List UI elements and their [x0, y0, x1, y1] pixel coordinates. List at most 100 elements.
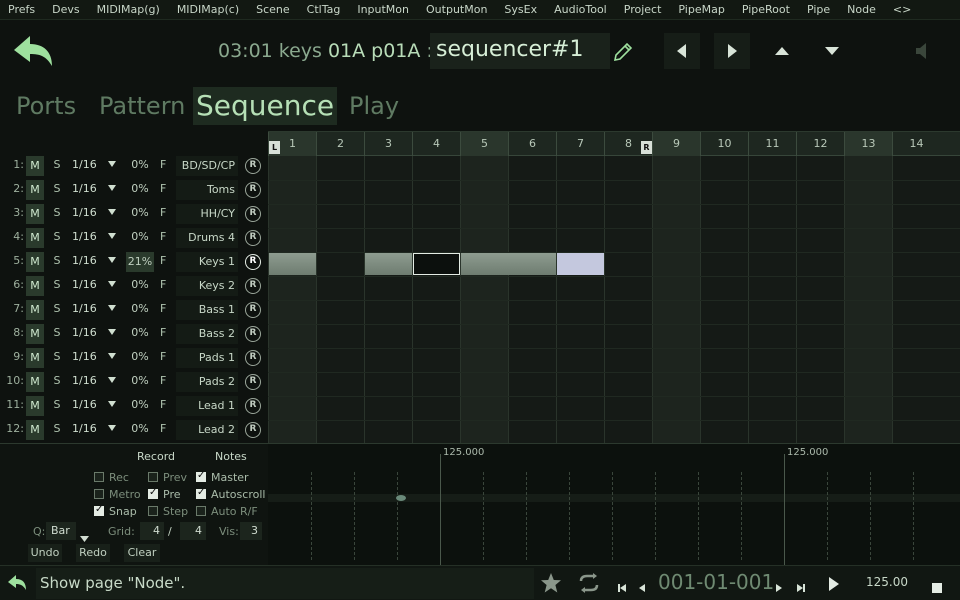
track-row[interactable]: 12: M S 1/16 0% F Lead 2 R	[0, 418, 268, 442]
follow-button[interactable]: F	[160, 158, 170, 171]
resolution-dropdown-arrow[interactable]	[108, 304, 116, 314]
resolution-select[interactable]: 1/16	[72, 422, 102, 435]
resolution-select[interactable]: 1/16	[72, 302, 102, 315]
track-row[interactable]: 11: M S 1/16 0% F Lead 1 R	[0, 394, 268, 418]
track-name[interactable]: Keys 1	[176, 252, 238, 272]
track-name[interactable]: HH/CY	[176, 204, 238, 224]
track-row[interactable]: 10: M S 1/16 0% F Pads 2 R	[0, 370, 268, 394]
ruler-bar-label[interactable]: 2	[316, 132, 364, 156]
record-arm-button[interactable]: R	[245, 302, 261, 318]
autorf-checkbox[interactable]: Auto R/F	[196, 505, 258, 518]
step-forward-button[interactable]	[775, 578, 783, 596]
clear-button[interactable]: Clear	[124, 544, 160, 562]
automation-lane[interactable]: 125.000 125.000	[268, 443, 960, 566]
track-name[interactable]: Pads 2	[176, 372, 238, 392]
pattern-clip[interactable]	[269, 253, 316, 275]
resolution-dropdown-arrow[interactable]	[108, 232, 116, 242]
follow-button[interactable]: F	[160, 422, 170, 435]
track-row[interactable]: 9: M S 1/16 0% F Pads 1 R	[0, 346, 268, 370]
quantize-select[interactable]: Bar	[46, 522, 76, 540]
solo-button[interactable]: S	[50, 230, 64, 243]
sequencer-name-field[interactable]: sequencer#1	[430, 33, 610, 69]
follow-button[interactable]: F	[160, 254, 170, 267]
solo-button[interactable]: S	[50, 398, 64, 411]
grid-denominator[interactable]: 4	[180, 522, 206, 540]
metro-checkbox[interactable]: Metro	[94, 488, 141, 501]
pattern-clip[interactable]	[365, 253, 412, 275]
solo-button[interactable]: S	[50, 422, 64, 435]
tab-play[interactable]: Play	[346, 87, 402, 125]
record-arm-button[interactable]: R	[245, 158, 261, 174]
solo-button[interactable]: S	[50, 278, 64, 291]
menu-item-inputmon[interactable]: InputMon	[357, 3, 409, 16]
rec-checkbox[interactable]: Rec	[94, 471, 129, 484]
speaker-button[interactable]	[912, 40, 934, 62]
record-arm-button[interactable]: R	[245, 182, 261, 198]
resolution-select[interactable]: 1/16	[72, 398, 102, 411]
pattern-clip[interactable]	[557, 253, 604, 275]
resolution-select[interactable]: 1/16	[72, 350, 102, 363]
resolution-dropdown-arrow[interactable]	[108, 424, 116, 434]
solo-button[interactable]: S	[50, 350, 64, 363]
grid-body[interactable]	[268, 156, 960, 444]
follow-button[interactable]: F	[160, 278, 170, 291]
back-button[interactable]	[10, 32, 56, 72]
autoscroll-checkbox[interactable]: Autoscroll	[196, 487, 265, 501]
solo-button[interactable]: S	[50, 374, 64, 387]
resolution-select[interactable]: 1/16	[72, 326, 102, 339]
menu-item-devs[interactable]: Devs	[52, 3, 79, 16]
play-button[interactable]	[828, 576, 840, 594]
pattern-clip[interactable]	[413, 253, 460, 275]
loop-start-marker[interactable]: L	[269, 141, 280, 154]
nav-up-button[interactable]	[764, 33, 800, 69]
ruler-bar-label[interactable]: 12	[796, 132, 844, 156]
resolution-dropdown-arrow[interactable]	[108, 280, 116, 290]
ruler-bar-label[interactable]: 5	[460, 132, 508, 156]
mute-button[interactable]: M	[26, 204, 44, 224]
menu-item-pipe[interactable]: Pipe	[807, 3, 830, 16]
ruler-bar-label[interactable]: 14	[892, 132, 940, 156]
track-name[interactable]: Keys 2	[176, 276, 238, 296]
nav-left-button[interactable]	[664, 33, 700, 69]
menu-item-[interactable]: <>	[893, 3, 911, 16]
mute-button[interactable]: M	[26, 324, 44, 344]
prev-checkbox[interactable]: Prev	[148, 471, 187, 484]
track-name[interactable]: BD/SD/CP	[176, 156, 238, 176]
track-row[interactable]: 7: M S 1/16 0% F Bass 1 R	[0, 298, 268, 322]
resolution-dropdown-arrow[interactable]	[108, 256, 116, 266]
vis-value[interactable]: 3	[240, 522, 262, 540]
resolution-dropdown-arrow[interactable]	[108, 376, 116, 386]
grid-numerator[interactable]: 4	[140, 522, 164, 540]
record-arm-button[interactable]: R	[245, 326, 261, 342]
mute-button[interactable]: M	[26, 372, 44, 392]
menu-item-ctltag[interactable]: CtlTag	[307, 3, 341, 16]
ruler-bar-label[interactable]: 13	[844, 132, 892, 156]
sequence-grid[interactable]: 1 2 3 4 5 6 7 8 9 10 11 12 13 14 L R	[268, 131, 960, 444]
ruler-bar-label[interactable]: 9	[652, 132, 700, 156]
follow-button[interactable]: F	[160, 302, 170, 315]
ruler-bar-label[interactable]: 11	[748, 132, 796, 156]
tab-ports[interactable]: Ports	[13, 87, 79, 125]
menu-item-sysex[interactable]: SysEx	[504, 3, 537, 16]
ruler-bar-label[interactable]: 7	[556, 132, 604, 156]
nav-right-button[interactable]	[714, 33, 750, 69]
resolution-select[interactable]: 1/16	[72, 254, 102, 267]
resolution-select[interactable]: 1/16	[72, 158, 102, 171]
mute-button[interactable]: M	[26, 276, 44, 296]
solo-button[interactable]: S	[50, 302, 64, 315]
follow-button[interactable]: F	[160, 350, 170, 363]
tab-sequence[interactable]: Sequence	[193, 87, 338, 125]
ruler-bar-label[interactable]: 4	[412, 132, 460, 156]
resolution-select[interactable]: 1/16	[72, 206, 102, 219]
resolution-select[interactable]: 1/16	[72, 182, 102, 195]
favorite-button[interactable]	[540, 572, 562, 593]
resolution-dropdown-arrow[interactable]	[108, 400, 116, 410]
record-arm-button[interactable]: R	[245, 350, 261, 366]
follow-button[interactable]: F	[160, 206, 170, 219]
stop-button[interactable]	[932, 578, 942, 596]
track-name[interactable]: Toms	[176, 180, 238, 200]
track-name[interactable]: Drums 4	[176, 228, 238, 248]
resolution-dropdown-arrow[interactable]	[108, 328, 116, 338]
track-row[interactable]: 8: M S 1/16 0% F Bass 2 R	[0, 322, 268, 346]
edit-name-button[interactable]	[611, 40, 635, 64]
